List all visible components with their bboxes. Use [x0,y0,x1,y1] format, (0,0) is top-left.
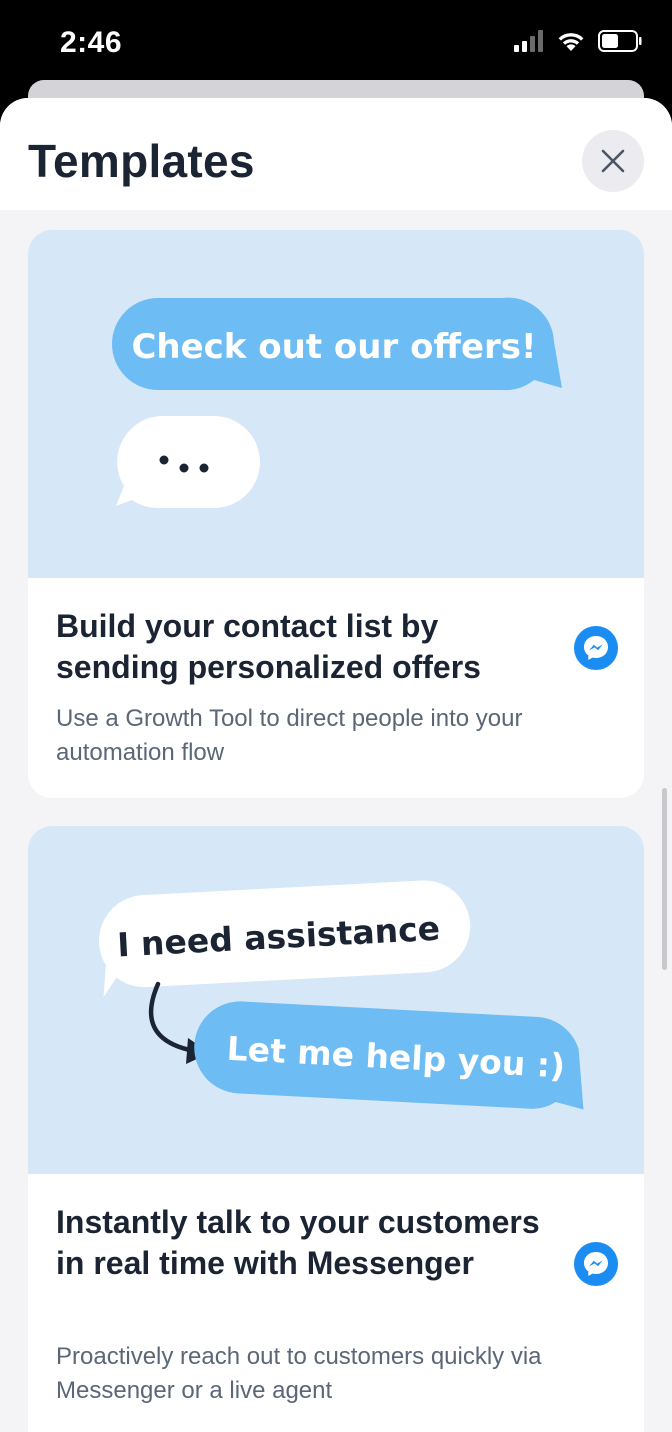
template-card-messenger-live-chat[interactable]: I need assistance Let me help you :) Ins… [28,826,644,1432]
typing-bubble [116,416,260,509]
template-title: Build your contact list by sending perso… [56,608,481,685]
typing-dot [179,463,189,473]
battery-icon [598,30,642,52]
template-title: Instantly talk to your customers in real… [56,1204,540,1281]
template-description: Proactively reach out to customers quick… [56,1343,542,1404]
sheet-header: Templates [0,98,672,210]
template-illustration: I need assistance Let me help you :) [28,826,644,1174]
templates-sheet: Templates Check out our offers! Build yo… [0,98,672,1432]
close-icon [601,149,625,173]
wifi-icon [558,33,584,51]
offer-bubble-text: Check out our offers! [131,327,536,367]
messenger-icon [574,626,618,670]
status-bar: 2:46 [0,0,672,90]
chat-illustration: I need assistance Let me help you :) [99,880,584,1110]
template-description: Use a Growth Tool to direct people into … [56,705,523,766]
scrollbar[interactable] [662,788,667,970]
template-card-growth-tool[interactable]: Check out our offers! Build your contact… [28,230,644,798]
status-icons [514,30,642,52]
close-button[interactable] [582,130,644,192]
cellular-signal-icon [514,30,543,52]
template-illustration: Check out our offers! [28,230,644,578]
page-title: Templates [28,135,255,187]
status-time: 2:46 [60,26,123,59]
chat-illustration: Check out our offers! [112,297,562,509]
typing-dot [159,455,169,465]
typing-dot [199,463,209,473]
messenger-icon [574,1242,618,1286]
